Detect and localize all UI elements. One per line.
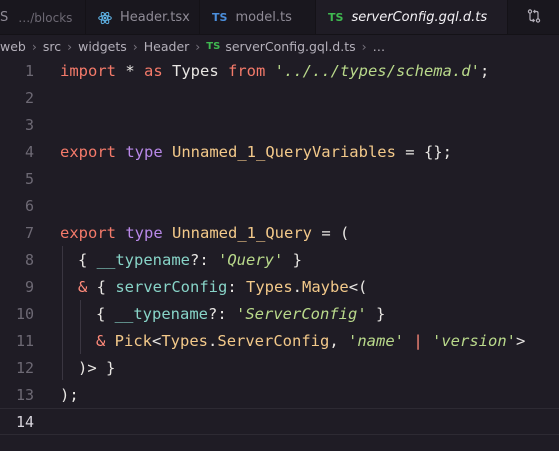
typescript-icon: TS (328, 11, 344, 24)
code-line-3: 3 (0, 111, 559, 138)
line-number: 13 (15, 385, 34, 404)
code-text: export type Unnamed_1_Query = ( (60, 223, 350, 242)
code-line-10: 10 { __typename?: 'ServerConfig' } (0, 300, 559, 327)
tab-model-ts[interactable]: TS model.ts (200, 0, 316, 34)
tab-blocks-description: …/blocks (18, 10, 73, 25)
line-number: 11 (15, 331, 34, 350)
tab-bar: S …/blocks Header.tsx TS model.ts TS ser… (0, 0, 559, 35)
breadcrumb-item-widgets[interactable]: widgets (78, 39, 127, 54)
line-number: 7 (24, 223, 34, 242)
line-number: 10 (15, 304, 34, 323)
code-line-5: 5 (0, 165, 559, 192)
line-number: 5 (24, 169, 34, 188)
code-text: { __typename?: 'Query' } (78, 250, 302, 269)
breadcrumb-item-header[interactable]: Header (144, 39, 190, 54)
code-line-14-current[interactable]: 14 (0, 408, 559, 435)
code-line-1: 1 import * as Types from '../../types/sc… (0, 57, 559, 84)
line-number: 9 (24, 277, 34, 296)
code-text: { __typename?: 'ServerConfig' } (96, 304, 386, 323)
breadcrumb-item-symbols[interactable]: … (373, 39, 386, 54)
typescript-icon: TS (206, 40, 221, 52)
code-text: import * as Types from '../../types/sche… (60, 61, 490, 80)
line-number: 4 (24, 142, 34, 161)
tab-blocks-icon: S (0, 10, 9, 25)
code-line-8: 8 { __typename?: 'Query' } (0, 246, 559, 273)
breadcrumb-item-src[interactable]: src (43, 39, 61, 54)
line-number: 6 (24, 196, 34, 215)
code-line-6: 6 (0, 192, 559, 219)
breadcrumb: web › src › widgets › Header › TS server… (0, 35, 559, 57)
chevron-right-icon: › (361, 38, 367, 54)
chevron-right-icon: › (195, 38, 201, 54)
code-text: & { serverConfig: Types.Maybe<( (78, 277, 368, 296)
code-text: export type Unnamed_1_QueryVariables = {… (60, 142, 452, 161)
code-line-4: 4 export type Unnamed_1_QueryVariables =… (0, 138, 559, 165)
tab-header-tsx[interactable]: Header.tsx (86, 0, 200, 34)
typescript-icon: TS (212, 11, 228, 24)
code-line-9: 9 & { serverConfig: Types.Maybe<( (0, 273, 559, 300)
code-editor[interactable]: 1 import * as Types from '../../types/sc… (0, 57, 559, 451)
chevron-right-icon: › (31, 38, 37, 54)
code-line-13: 13 ); (0, 381, 559, 408)
breadcrumb-item-file[interactable]: serverConfig.gql.d.ts (225, 39, 355, 54)
line-number: 3 (24, 115, 34, 134)
react-icon (98, 11, 112, 25)
line-number: 12 (15, 358, 34, 377)
source-control-compare-icon (526, 8, 542, 28)
code-line-2: 2 (0, 84, 559, 111)
tab-server-label: serverConfig.gql.d.ts (351, 10, 488, 25)
code-text: ); (60, 385, 79, 404)
line-number: 8 (24, 250, 34, 269)
chevron-right-icon: › (67, 38, 73, 54)
line-number: 1 (24, 61, 34, 80)
code-text: & Pick<Types.ServerConfig, 'name' | 'ver… (96, 331, 526, 350)
source-control-compare-button[interactable] (508, 0, 559, 34)
code-text: )> } (78, 358, 116, 377)
chevron-right-icon: › (132, 38, 138, 54)
line-number-current: 14 (15, 412, 34, 431)
code-line-12: 12 )> } (0, 354, 559, 381)
tab-blocks[interactable]: S …/blocks (0, 0, 86, 34)
code-line-7: 7 export type Unnamed_1_Query = ( (0, 219, 559, 246)
breadcrumb-item-web[interactable]: web (0, 39, 26, 54)
tab-model-label: model.ts (235, 10, 292, 25)
tab-header-label: Header.tsx (120, 10, 190, 25)
code-line-11: 11 & Pick<Types.ServerConfig, 'name' | '… (0, 327, 559, 354)
tab-server-config[interactable]: TS serverConfig.gql.d.ts (316, 0, 508, 34)
line-number: 2 (24, 88, 34, 107)
